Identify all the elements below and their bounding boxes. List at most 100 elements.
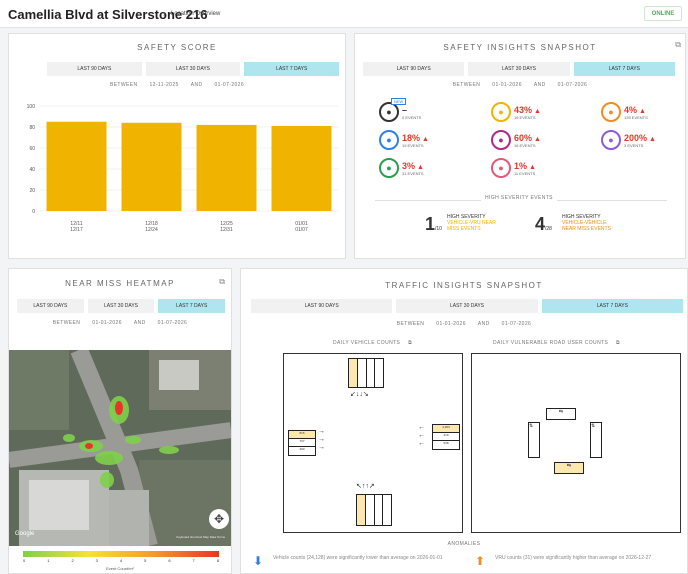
vru-east: ⇅ bbox=[590, 422, 602, 458]
tab-last-90-days[interactable]: LAST 90 DAYS bbox=[363, 62, 465, 76]
near-miss-heatmap-card: NEAR MISS HEATMAP ⧉ LAST 90 DAYS LAST 30… bbox=[8, 268, 232, 574]
vru-severity-label: HIGH SEVERITY VEHICLE-VRU NEAR MISS EVENTS bbox=[447, 214, 496, 232]
vru-north: ⇆ bbox=[546, 408, 576, 420]
bar bbox=[196, 124, 257, 211]
tab-last-30-days[interactable]: LAST 30 DAYS bbox=[468, 62, 570, 76]
scale-tick: 1 bbox=[47, 558, 50, 563]
tab-last-30-days[interactable]: LAST 30 DAYS bbox=[396, 299, 538, 313]
date-range: BETWEEN 12-11-2025 AND 01-07-2026 bbox=[109, 82, 245, 88]
insight-events: 11 EVENTS bbox=[514, 170, 536, 176]
insight-value: 18% ▲ bbox=[402, 132, 429, 143]
new-badge: NEW bbox=[391, 98, 407, 105]
map-attribution[interactable]: Keyboard shortcuts Map Data Terms bbox=[176, 535, 225, 539]
east-counts: 4,203 419 538 bbox=[432, 424, 460, 450]
card-title: TRAFFIC INSIGHTS SNAPSHOT bbox=[385, 281, 543, 290]
scale-ticks: 0 1 2 3 4 5 6 7 8 bbox=[23, 558, 219, 563]
vehicle-counts-label: DAILY VEHICLE COUNTS ⧉ bbox=[333, 340, 413, 346]
south-counts bbox=[356, 494, 392, 526]
up-arrow-icon: ▲ bbox=[532, 107, 541, 115]
status-badge: ONLINE bbox=[644, 6, 682, 21]
up-arrow-icon: ▲ bbox=[532, 135, 541, 143]
insight-item[interactable]: ● 200% ▲ 3 EVENTS bbox=[601, 130, 656, 150]
up-arrow-icon: ▲ bbox=[637, 107, 646, 115]
recenter-icon[interactable]: ✥ bbox=[209, 509, 229, 529]
date-range: BETWEEN 01-01-2026 AND 01-07-2026 bbox=[52, 320, 188, 326]
card-title: SAFETY SCORE bbox=[137, 43, 217, 52]
vehicle-severity-label: HIGH SEVERITY VEHICLE-VEHICLE NEAR MISS EV… bbox=[562, 214, 611, 232]
insight-item[interactable]: ● 1% ▲ 11 EVENTS bbox=[491, 158, 536, 178]
expand-icon[interactable]: ⧉ bbox=[675, 40, 681, 50]
safety-insights-card: SAFETY INSIGHTS SNAPSHOT ⧉ LAST 90 DAYS … bbox=[354, 33, 686, 259]
insight-value: 60% ▲ bbox=[514, 132, 541, 143]
y-tick-label: 80 bbox=[29, 125, 35, 131]
north-arrows: ↙↓↓↘ bbox=[350, 391, 369, 398]
tab-last-7-days[interactable]: LAST 7 DAYS bbox=[158, 299, 226, 313]
scale-tick: 7 bbox=[192, 558, 195, 563]
scale-label: Event Count/m² bbox=[106, 566, 134, 571]
tab-last-7-days[interactable]: LAST 7 DAYS bbox=[573, 62, 675, 76]
vehicle-severity-count: 4/28 bbox=[535, 214, 552, 234]
date-range: BETWEEN 01-01-2026 AND 01-07-2026 bbox=[396, 321, 532, 327]
insight-item[interactable]: ● –0 EVENTS NEW bbox=[379, 98, 421, 122]
breadcrumb-chevron-icon: › bbox=[163, 9, 166, 18]
vru-south: ⇆ bbox=[554, 462, 584, 474]
insight-values: 200% ▲ 3 EVENTS bbox=[624, 133, 656, 148]
down-arrow-icon: ⬇ bbox=[253, 554, 264, 568]
vehicle-intersection: ↙↓↓↘ 815 707 390 → → → 4,203 419 538 ← ← ← ↖↑↑↗ bbox=[283, 353, 463, 533]
up-arrow-icon: ▲ bbox=[415, 163, 424, 171]
y-tick-label: 60 bbox=[29, 146, 35, 152]
date-range: BETWEEN 01-01-2026 AND 01-07-2026 bbox=[452, 82, 588, 88]
tab-last-30-days[interactable]: LAST 30 DAYS bbox=[87, 299, 155, 313]
up-arrow-icon: ▲ bbox=[647, 135, 656, 143]
tab-last-7-days[interactable]: LAST 7 DAYS bbox=[244, 62, 340, 76]
insight-events: 16 EVENTS bbox=[514, 142, 536, 148]
insight-item[interactable]: ● 60% ▲ 16 EVENTS bbox=[491, 130, 541, 150]
tab-last-90-days[interactable]: LAST 90 DAYS bbox=[251, 299, 393, 313]
insight-item[interactable]: ● 18% ▲ 19 EVENTS bbox=[379, 130, 429, 150]
y-tick-label: 100 bbox=[27, 104, 36, 110]
google-logo: Google bbox=[15, 531, 35, 537]
pedestrian-icon: ● bbox=[379, 130, 399, 150]
page-header: Camellia Blvd at Silverstone 216 › Locat… bbox=[0, 0, 688, 28]
safety-score-chart: 02040608010012/1112/1712/1812/2412/2512/… bbox=[27, 104, 339, 233]
red-light-icon: ● bbox=[601, 130, 621, 150]
card-title: NEAR MISS HEATMAP bbox=[65, 279, 175, 288]
east-arrows: ← ← ← bbox=[418, 424, 425, 447]
insight-item[interactable]: ● 4% ▲ 139 EVENTS bbox=[601, 102, 648, 122]
safety-score-card: SAFETY SCORE LAST 90 DAYS LAST 30 DAYS L… bbox=[8, 33, 346, 259]
tab-last-30-days[interactable]: LAST 30 DAYS bbox=[145, 62, 241, 76]
insight-value: 4% ▲ bbox=[624, 104, 646, 115]
scale-tick: 5 bbox=[144, 558, 147, 563]
bicycle-icon: ● bbox=[491, 158, 511, 178]
card-title: SAFETY INSIGHTS SNAPSHOT bbox=[443, 43, 597, 52]
insight-values: 1% ▲ 11 EVENTS bbox=[514, 161, 536, 176]
tab-last-90-days[interactable]: LAST 90 DAYS bbox=[17, 299, 84, 313]
heatmap-map[interactable] bbox=[9, 350, 231, 546]
west-counts: 815 707 390 bbox=[288, 430, 316, 456]
traffic-insights-card: TRAFFIC INSIGHTS SNAPSHOT LAST 90 DAYS L… bbox=[240, 268, 688, 574]
insight-values: 18% ▲ 19 EVENTS bbox=[402, 133, 429, 148]
y-tick-label: 20 bbox=[29, 188, 35, 194]
tab-last-90-days[interactable]: LAST 90 DAYS bbox=[47, 62, 142, 76]
insight-value: 43% ▲ bbox=[514, 104, 541, 115]
breadcrumb[interactable]: Location Overview bbox=[171, 11, 220, 17]
car-swerve-icon: ● bbox=[491, 102, 511, 122]
tab-last-7-days[interactable]: LAST 7 DAYS bbox=[541, 299, 683, 313]
vru-intersection: ⇆ ⇅ ⇅ ⇆ bbox=[471, 353, 681, 533]
high-severity-label: HIGH SEVERITY EVENTS bbox=[481, 195, 557, 201]
insight-events: 16 EVENTS bbox=[514, 114, 536, 120]
scale-tick: 0 bbox=[23, 558, 26, 563]
insight-events: 19 EVENTS bbox=[402, 142, 424, 148]
up-arrow-icon: ⬆ bbox=[475, 554, 486, 568]
insight-item[interactable]: ● 3% ▲ 31 EVENTS bbox=[379, 158, 424, 178]
insight-item[interactable]: ● 43% ▲ 16 EVENTS bbox=[491, 102, 541, 122]
expand-icon[interactable]: ⧉ bbox=[219, 277, 225, 287]
north-counts bbox=[348, 358, 384, 388]
bar bbox=[271, 125, 332, 211]
insight-value: 1% ▲ bbox=[514, 160, 536, 171]
insight-values: 43% ▲ 16 EVENTS bbox=[514, 105, 541, 120]
insight-values: 60% ▲ 16 EVENTS bbox=[514, 133, 541, 148]
insight-values: 3% ▲ 31 EVENTS bbox=[402, 161, 424, 176]
west-arrows: → → → bbox=[318, 428, 325, 451]
speeding-icon: ● bbox=[601, 102, 621, 122]
